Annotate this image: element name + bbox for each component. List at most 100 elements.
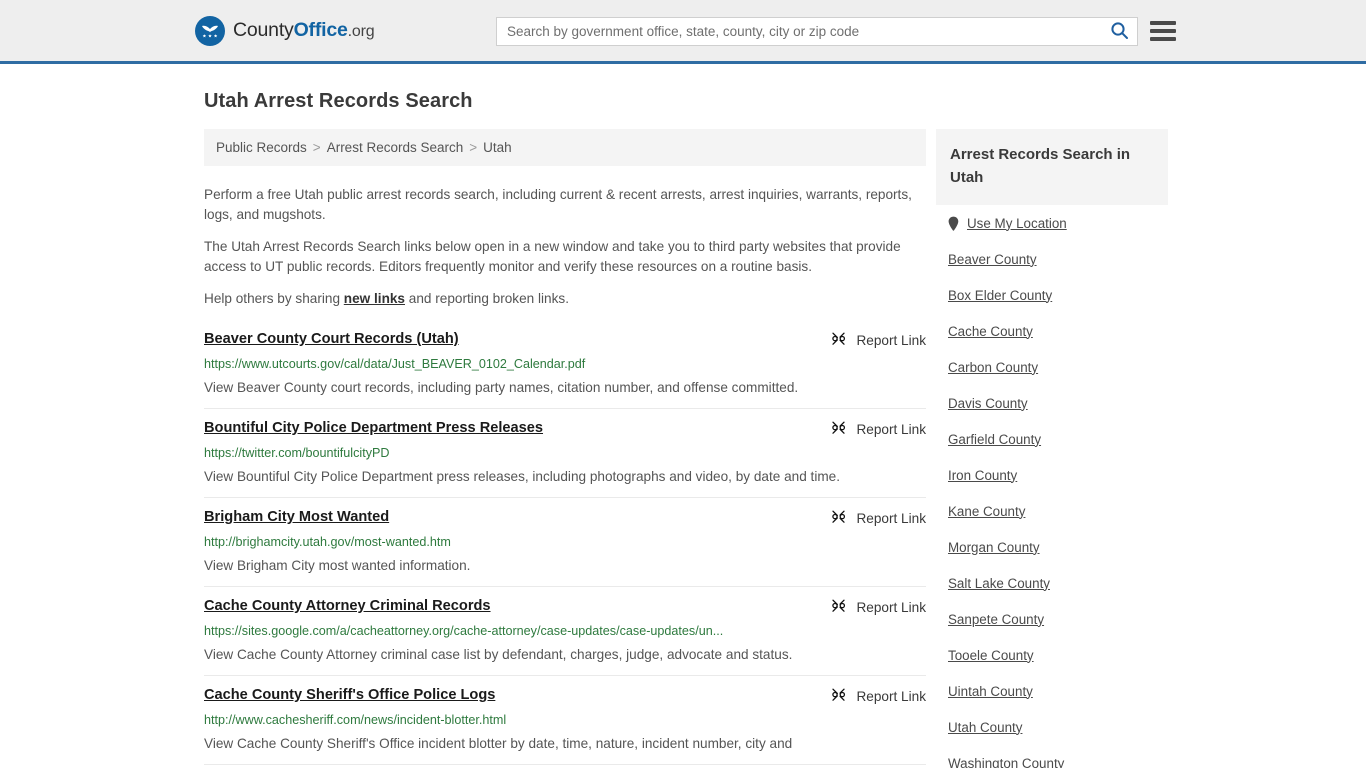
county-link[interactable]: Washington County <box>948 756 1064 768</box>
sidebar-item-county[interactable]: Morgan County <box>936 529 1168 565</box>
county-link[interactable]: Davis County <box>948 396 1028 411</box>
result-url: https://sites.google.com/a/cacheattorney… <box>204 624 724 638</box>
broken-link-icon <box>830 419 847 439</box>
site-header: CountyOffice.org <box>0 0 1366 64</box>
broken-link-icon <box>830 330 847 350</box>
result-title-link[interactable]: Brigham City Most Wanted <box>204 507 389 527</box>
hamburger-menu-button[interactable] <box>1150 19 1176 43</box>
report-link-label: Report Link <box>856 421 926 437</box>
breadcrumb: Public Records > Arrest Records Search >… <box>204 129 926 166</box>
sidebar-item-county[interactable]: Garfield County <box>936 421 1168 457</box>
result-item: Cache County Sheriff's Office Police Log… <box>204 685 926 765</box>
result-url: http://www.cachesheriff.com/news/inciden… <box>204 713 507 727</box>
report-link-label: Report Link <box>856 688 926 704</box>
brand-tld: .org <box>347 23 375 40</box>
result-header: Beaver County Court Records (Utah) Repor… <box>204 329 926 350</box>
sidebar: Arrest Records Search in Utah Use My Loc… <box>936 129 1168 768</box>
page-body: Utah Arrest Records Search Public Record… <box>0 64 1366 768</box>
sidebar-item-county[interactable]: Salt Lake County <box>936 565 1168 601</box>
county-link[interactable]: Uintah County <box>948 684 1033 699</box>
intro-paragraph-2: The Utah Arrest Records Search links bel… <box>204 239 901 274</box>
sidebar-heading: Arrest Records Search in Utah <box>936 129 1168 205</box>
result-header: Bountiful City Police Department Press R… <box>204 418 926 439</box>
result-description: View Brigham City most wanted informatio… <box>204 558 471 573</box>
search-bar[interactable] <box>496 17 1138 46</box>
sidebar-item-county[interactable]: Washington County <box>936 745 1168 768</box>
sidebar-item-county[interactable]: Carbon County <box>936 349 1168 385</box>
report-link-button[interactable]: Report Link <box>830 329 926 350</box>
result-item: Bountiful City Police Department Press R… <box>204 418 926 498</box>
sidebar-item-county[interactable]: Uintah County <box>936 673 1168 709</box>
sidebar-item-county[interactable]: Kane County <box>936 493 1168 529</box>
result-title-link[interactable]: Cache County Sheriff's Office Police Log… <box>204 685 495 705</box>
report-link-button[interactable]: Report Link <box>830 507 926 528</box>
county-link[interactable]: Cache County <box>948 324 1033 339</box>
county-link[interactable]: Sanpete County <box>948 612 1044 627</box>
result-description: View Beaver County court records, includ… <box>204 380 799 395</box>
result-item: Brigham City Most Wanted Report Link htt… <box>204 507 926 587</box>
county-link[interactable]: Beaver County <box>948 252 1037 267</box>
result-url: https://www.utcourts.gov/cal/data/Just_B… <box>204 357 586 371</box>
result-title-link[interactable]: Bountiful City Police Department Press R… <box>204 418 543 438</box>
brand-part-1: County <box>233 19 294 41</box>
result-url: http://brighamcity.utah.gov/most-wanted.… <box>204 535 451 549</box>
breadcrumb-item-utah[interactable]: Utah <box>483 140 512 155</box>
sidebar-item-county[interactable]: Davis County <box>936 385 1168 421</box>
sidebar-item-county[interactable]: Cache County <box>936 313 1168 349</box>
broken-link-icon <box>830 597 847 617</box>
search-icon <box>1110 21 1129 43</box>
broken-link-icon <box>830 686 847 706</box>
site-logo-text: CountyOffice.org <box>233 19 375 42</box>
county-link[interactable]: Morgan County <box>948 540 1040 555</box>
sidebar-item-county[interactable]: Sanpete County <box>936 601 1168 637</box>
county-link[interactable]: Kane County <box>948 504 1025 519</box>
new-links-link[interactable]: new links <box>344 291 405 306</box>
search-button[interactable] <box>1101 18 1137 45</box>
hamburger-menu-icon-bar-3 <box>1150 37 1176 41</box>
results-list: Beaver County Court Records (Utah) Repor… <box>204 329 926 765</box>
result-header: Cache County Attorney Criminal Records R… <box>204 596 926 617</box>
sidebar-item-use-my-location[interactable]: Use My Location <box>936 205 1168 241</box>
site-logo[interactable]: CountyOffice.org <box>195 15 375 46</box>
intro-p3-before: Help others by sharing <box>204 291 344 306</box>
county-link[interactable]: Utah County <box>948 720 1022 735</box>
breadcrumb-item-public-records[interactable]: Public Records <box>216 140 307 155</box>
search-input[interactable] <box>497 18 1101 45</box>
intro-p3-after: and reporting broken links. <box>405 291 569 306</box>
brand-part-2: Office <box>293 19 348 41</box>
use-my-location-link[interactable]: Use My Location <box>967 216 1067 231</box>
breadcrumb-separator-1: > <box>312 140 321 155</box>
county-link[interactable]: Garfield County <box>948 432 1041 447</box>
result-title-link[interactable]: Beaver County Court Records (Utah) <box>204 329 459 349</box>
intro-paragraph-3: Help others by sharing new links and rep… <box>204 277 926 309</box>
report-link-label: Report Link <box>856 510 926 526</box>
report-link-button[interactable]: Report Link <box>830 596 926 617</box>
map-pin-icon <box>948 216 959 231</box>
county-link[interactable]: Iron County <box>948 468 1017 483</box>
report-link-label: Report Link <box>856 332 926 348</box>
page-title: Utah Arrest Records Search <box>204 90 473 112</box>
county-link[interactable]: Box Elder County <box>948 288 1052 303</box>
result-url: https://twitter.com/bountifulcityPD <box>204 446 390 460</box>
main-content: Public Records > Arrest Records Search >… <box>204 129 926 768</box>
sidebar-item-county[interactable]: Tooele County <box>936 637 1168 673</box>
county-link[interactable]: Carbon County <box>948 360 1038 375</box>
report-link-label: Report Link <box>856 599 926 615</box>
result-description: View Cache County Attorney criminal case… <box>204 647 793 662</box>
result-header: Cache County Sheriff's Office Police Log… <box>204 685 926 706</box>
breadcrumb-item-arrest-records-search[interactable]: Arrest Records Search <box>327 140 464 155</box>
county-link[interactable]: Salt Lake County <box>948 576 1050 591</box>
report-link-button[interactable]: Report Link <box>830 418 926 439</box>
result-header: Brigham City Most Wanted Report Link <box>204 507 926 528</box>
county-link[interactable]: Tooele County <box>948 648 1034 663</box>
sidebar-county-list: Use My Location Beaver County Box Elder … <box>936 205 1168 768</box>
sidebar-item-county[interactable]: Beaver County <box>936 241 1168 277</box>
report-link-button[interactable]: Report Link <box>830 685 926 706</box>
sidebar-item-county[interactable]: Iron County <box>936 457 1168 493</box>
hamburger-menu-icon-bar-2 <box>1150 29 1176 33</box>
intro-text: Perform a free Utah public arrest record… <box>204 166 926 309</box>
sidebar-item-county[interactable]: Utah County <box>936 709 1168 745</box>
sidebar-item-county[interactable]: Box Elder County <box>936 277 1168 313</box>
broken-link-icon <box>830 508 847 528</box>
result-title-link[interactable]: Cache County Attorney Criminal Records <box>204 596 491 616</box>
